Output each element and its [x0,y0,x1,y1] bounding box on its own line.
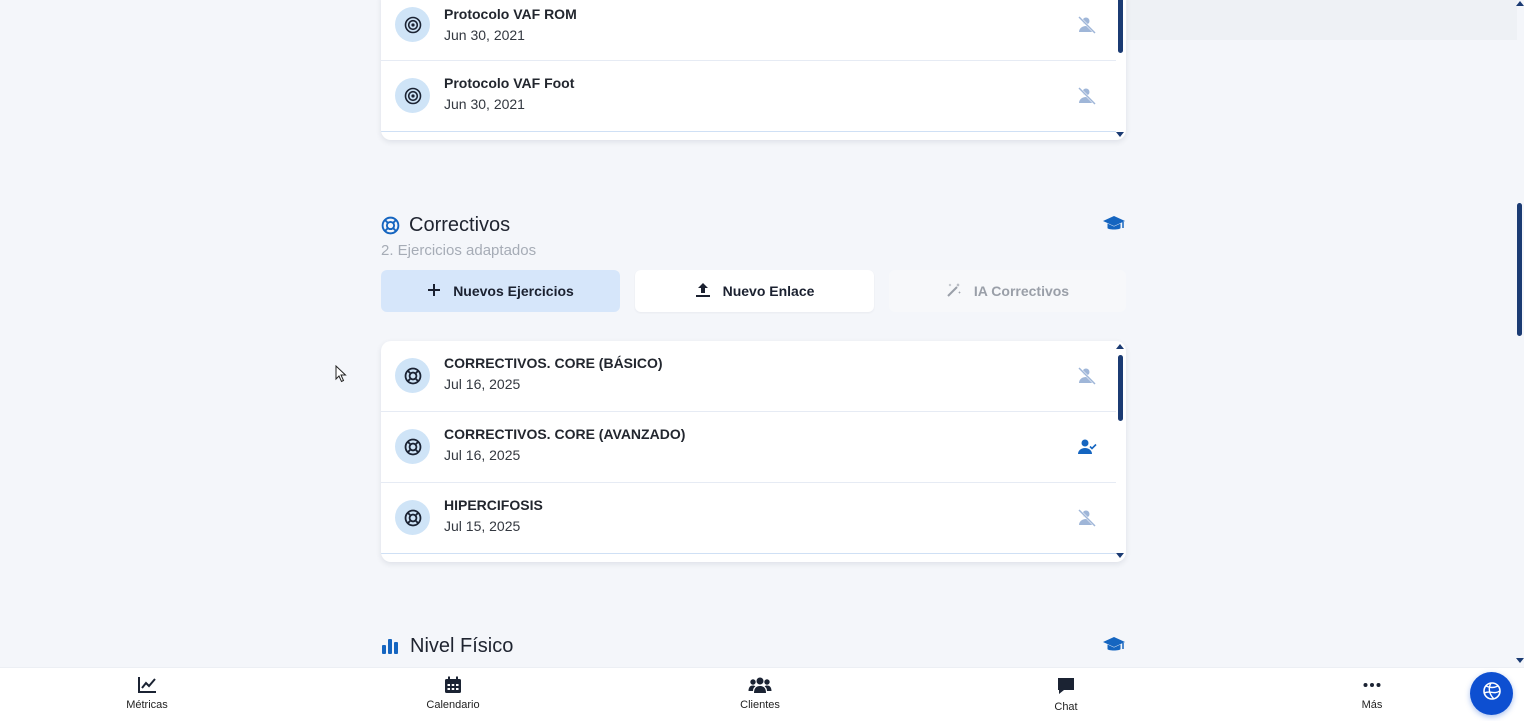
graduation-cap-icon[interactable] [1102,635,1126,655]
lifebuoy-icon [381,216,400,240]
list-divider [381,553,1116,554]
list-item[interactable]: CORRECTIVOS. CORE (BÁSICO) Jul 16, 2025 [381,341,1116,412]
nav-label: Calendario [426,699,480,711]
item-date: Jul 16, 2025 [444,447,521,463]
nav-item-clients[interactable]: Clientes [700,676,820,720]
nav-label: Más [1361,699,1383,711]
new-link-button[interactable]: Nuevo Enlace [635,270,874,312]
item-date: Jul 15, 2025 [444,518,521,534]
lifebuoy-icon [395,500,430,535]
item-title: Protocolo VAF ROM [444,6,577,22]
nav-item-more[interactable]: Más [1312,676,1432,720]
item-date: Jun 30, 2021 [444,96,525,112]
person-off-icon[interactable] [1077,508,1097,528]
bottom-navigation: Métricas Calendario Clientes Chat Más [0,667,1524,721]
item-date: Jul 16, 2025 [444,376,521,392]
button-label: IA Correctivos [973,283,1070,299]
scroll-down-arrow[interactable] [1116,132,1124,137]
list-scrollbar-thumb[interactable] [1118,0,1123,53]
section-title: Nivel Físico [410,635,514,657]
person-off-icon[interactable] [1077,366,1097,386]
button-label: Nuevos Ejercicios [453,283,574,299]
nav-item-metrics[interactable]: Métricas [87,676,207,720]
page-scrollbar-thumb[interactable] [1517,203,1522,336]
section-header: Correctivos [381,212,1126,242]
list-scrollbar-thumb[interactable] [1118,355,1123,421]
item-title: HIPERCIFOSIS [444,497,543,513]
item-title: CORRECTIVOS. CORE (BÁSICO) [444,355,663,371]
target-icon [395,78,430,113]
nav-label: Métricas [126,699,168,711]
line-chart-icon [87,676,207,694]
users-icon [700,676,820,694]
lifebuoy-icon [395,358,430,393]
chat-icon [1006,676,1126,696]
item-title: Protocolo VAF Foot [444,75,575,91]
list-item[interactable]: Protocolo VAF Foot Jun 30, 2021 [381,61,1116,132]
person-check-icon[interactable] [1077,437,1097,457]
scroll-up-arrow[interactable] [1116,344,1124,349]
bar-chart-icon [381,638,399,659]
list-divider [381,131,1116,132]
nav-label: Clientes [740,699,780,711]
list-item[interactable]: HIPERCIFOSIS Jul 15, 2025 [381,483,1116,554]
magic-wand-icon [946,282,962,301]
scroll-down-arrow[interactable] [1116,553,1124,558]
page-scroll-down-arrow[interactable] [1516,658,1524,663]
plus-icon [427,283,441,300]
item-date: Jun 30, 2021 [444,27,525,43]
mouse-cursor-icon [335,364,347,383]
page-scroll-up-arrow[interactable] [1516,1,1524,6]
section-title: Correctivos [409,214,511,236]
correctives-list[interactable]: CORRECTIVOS. CORE (BÁSICO) Jul 16, 2025 … [381,341,1126,562]
section-subtitle: 2. Ejercicios adaptados [381,242,537,259]
section-header: Nivel Físico [381,633,1126,663]
ai-correctives-button[interactable]: IA Correctivos [889,270,1126,312]
support-fab-button[interactable] [1470,672,1513,715]
item-title: CORRECTIVOS. CORE (AVANZADO) [444,426,686,442]
background-panel [1127,0,1517,40]
new-exercises-button[interactable]: Nuevos Ejercicios [381,270,620,312]
protocol-list[interactable]: Protocolo VAF ROM Jun 30, 2021 Protocolo… [381,0,1126,140]
lifebuoy-icon [395,429,430,464]
more-icon [1312,676,1432,694]
graduation-cap-icon[interactable] [1102,214,1126,234]
upload-icon [695,282,711,301]
list-item[interactable]: CORRECTIVOS. CORE (AVANZADO) Jul 16, 202… [381,412,1116,483]
person-off-icon[interactable] [1077,86,1097,106]
list-item[interactable]: Protocolo VAF ROM Jun 30, 2021 [381,0,1116,61]
globe-icon [1482,681,1502,706]
nav-item-chat[interactable]: Chat [1006,676,1126,720]
button-label: Nuevo Enlace [722,283,815,299]
nav-label: Chat [1054,701,1078,713]
person-off-icon[interactable] [1077,15,1097,35]
target-icon [395,7,430,42]
calendar-icon [393,676,513,694]
nav-item-calendar[interactable]: Calendario [393,676,513,720]
